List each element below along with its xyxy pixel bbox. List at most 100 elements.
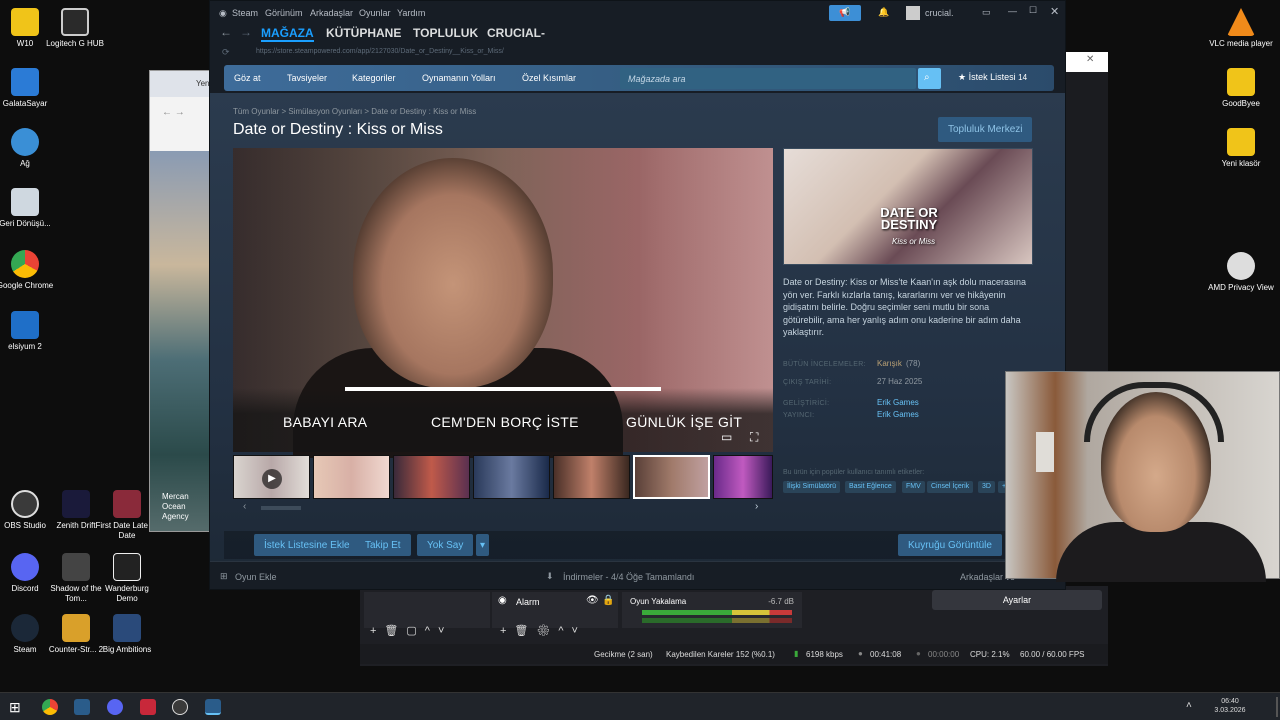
scroll-left-icon[interactable]: ‹ (243, 501, 246, 512)
tag[interactable]: İlişki Simülatörü (783, 481, 841, 493)
desktop-icon-galatasayar[interactable]: GalataSayar (0, 68, 58, 109)
back-arrow-icon[interactable]: ← (220, 25, 232, 39)
downloads-status[interactable]: İndirmeler - 4/4 Öğe Tamamlandı (563, 572, 694, 582)
theater-mode-icon[interactable]: ▭ (721, 430, 732, 444)
menu-view[interactable]: Görünüm (265, 8, 303, 18)
megaphone-icon[interactable]: 📢 (829, 5, 861, 21)
discord-icon (11, 553, 39, 581)
tab-library[interactable]: KÜTÜPHANE (326, 26, 401, 40)
add-game-button[interactable]: Oyun Ekle (235, 572, 277, 582)
menu-steam[interactable]: Steam (232, 8, 258, 18)
desktop-icon-logitech[interactable]: Logitech G HUB (42, 8, 108, 49)
desktop-icon-bigambitions[interactable]: Big Ambitions (94, 614, 160, 655)
media-thumbnail[interactable] (393, 455, 470, 499)
desktop-icon-newfolder[interactable]: Yeni klasör (1208, 128, 1274, 169)
tag[interactable]: Cinsel İçerik (927, 481, 974, 493)
desktop-icon-mercan[interactable]: Mercan Ocean Agency (162, 492, 212, 522)
breadcrumb-item[interactable]: Tüm Oyunlar (233, 107, 279, 116)
clock[interactable]: 06:40 3.03.2026 (1210, 697, 1250, 715)
menu-help[interactable]: Yardım (397, 8, 425, 18)
view-queue-button[interactable]: Kuyruğu Görüntüle (898, 534, 1002, 556)
bell-icon[interactable]: 🔔 (878, 7, 889, 18)
ignore-button[interactable]: Yok Say (417, 534, 474, 556)
community-hub-button[interactable]: Topluluk Merkezi (938, 117, 1033, 142)
signal-icon: ▮ (794, 649, 799, 658)
store-nav-special[interactable]: Özel Kısımlar (522, 73, 576, 83)
forward-arrow-icon[interactable]: → (240, 25, 252, 39)
store-nav-recommendations[interactable]: Tavsiyeler (287, 73, 327, 83)
desktop-icon-elsiyum[interactable]: elsiyum 2 (0, 311, 58, 352)
menu-games[interactable]: Oyunlar (359, 8, 391, 18)
browser-tab-title[interactable]: Yen (196, 79, 210, 88)
url-text[interactable]: https://store.steampowered.com/app/21270… (256, 48, 504, 55)
tab-profile[interactable]: CRUCIAL- (487, 26, 545, 40)
video-player[interactable]: BABAYI ARA CEM'DEN BORÇ İSTE GÜNLÜK İŞE … (233, 148, 773, 458)
chrome-icon[interactable] (42, 699, 58, 715)
search-input[interactable]: Mağazada ara (620, 68, 916, 89)
show-desktop[interactable] (1276, 697, 1278, 717)
obs-source-controls[interactable]: +🗑⚙^˅ (500, 624, 586, 637)
lock-icon[interactable]: 🔒 (602, 595, 614, 606)
publisher-link[interactable]: Erik Games (877, 410, 919, 419)
obs-settings-button[interactable]: Ayarlar (932, 590, 1102, 610)
close-icon[interactable]: ✕ (1050, 5, 1059, 18)
obs-source-alarm[interactable]: Alarm (516, 597, 540, 607)
media-thumbnail[interactable] (713, 455, 773, 499)
search-icon[interactable]: ⌕ (918, 68, 941, 89)
tab-community[interactable]: TOPLULUK (413, 26, 478, 40)
desktop-icon-amd[interactable]: AMD Privacy View (1208, 252, 1274, 293)
tag[interactable]: 3D (978, 481, 995, 493)
media-scrollbar[interactable] (261, 506, 301, 510)
windows-start-icon[interactable]: ⊞ (9, 699, 21, 716)
choice-go-to-work[interactable]: GÜNLÜK İŞE GİT (626, 414, 742, 430)
store-nav-browse[interactable]: Göz at (234, 73, 261, 83)
minimize-icon[interactable]: — (1008, 6, 1017, 16)
media-thumbnail[interactable] (553, 455, 630, 499)
refresh-icon[interactable]: ⟳ (222, 47, 230, 58)
app-icon[interactable] (140, 699, 156, 715)
scroll-right-icon[interactable]: › (755, 501, 758, 512)
breadcrumb-item[interactable]: Simülasyon Oyunları (288, 107, 362, 116)
obs-icon[interactable] (172, 699, 188, 715)
store-nav-categories[interactable]: Kategoriler (352, 73, 396, 83)
developer-link[interactable]: Erik Games (877, 398, 919, 407)
chevron-down-icon[interactable]: ▾ (476, 534, 490, 556)
user-menu[interactable]: crucial. (925, 8, 954, 18)
avatar[interactable] (906, 6, 920, 20)
desktop-icon-recycle-bin[interactable]: Geri Dönüşü... (0, 188, 58, 229)
tag[interactable]: Basit Eğlence (845, 481, 896, 493)
discord-icon[interactable] (107, 699, 123, 715)
fullscreen-icon[interactable]: ⛶ (750, 430, 758, 445)
desktop-icon-goodbyee[interactable]: GoodByee (1208, 68, 1274, 109)
media-thumbnail-video[interactable]: ▶ (233, 455, 310, 499)
chevron-up-icon[interactable]: ˄ (1186, 700, 1192, 711)
close-icon[interactable]: ✕ (1086, 54, 1094, 65)
steam-active-icon[interactable] (205, 699, 221, 715)
background-browser-window[interactable]: Yen ← → (149, 70, 215, 532)
choice-call-father[interactable]: BABAYI ARA (283, 414, 367, 430)
media-thumbnail-selected[interactable] (633, 455, 710, 499)
obs-scene-controls[interactable]: +🗑▢^˅ (370, 624, 452, 637)
steam-app-icon[interactable] (74, 699, 90, 715)
breadcrumb-item[interactable]: Date or Destiny : Kiss or Miss (371, 107, 476, 116)
video-progress-bar[interactable] (345, 387, 661, 391)
tag[interactable]: FMV (902, 481, 925, 493)
store-nav-ways-to-play[interactable]: Oynamanın Yolları (422, 73, 496, 83)
choice-borrow-from-cem[interactable]: CEM'DEN BORÇ İSTE (431, 414, 579, 430)
desktop-icon-vlc[interactable]: VLC media player (1208, 8, 1274, 49)
eye-icon[interactable]: 👁 (586, 595, 599, 606)
media-thumbnail[interactable] (473, 455, 550, 499)
desktop-icon-chrome[interactable]: Google Chrome (0, 250, 58, 291)
tab-store[interactable]: MAĞAZA (261, 26, 314, 42)
desktop-icon-network[interactable]: Ağ (0, 128, 58, 169)
reviews-value[interactable]: Karışık (877, 359, 902, 368)
media-thumbnail[interactable] (313, 455, 390, 499)
browser-back-icon[interactable]: ← → (162, 107, 185, 118)
menu-friends[interactable]: Arkadaşlar (310, 8, 353, 18)
monitor-icon[interactable]: ▭ (982, 7, 991, 18)
desktop-icon-wanderburg[interactable]: Wanderburg Demo (94, 553, 160, 604)
maximize-icon[interactable]: ☐ (1029, 5, 1037, 16)
wishlist-link[interactable]: ★ İstek Listesi 14 (958, 72, 1027, 83)
follow-button[interactable]: Takip Et (355, 534, 411, 556)
add-to-wishlist-button[interactable]: İstek Listesine Ekle (254, 534, 360, 556)
